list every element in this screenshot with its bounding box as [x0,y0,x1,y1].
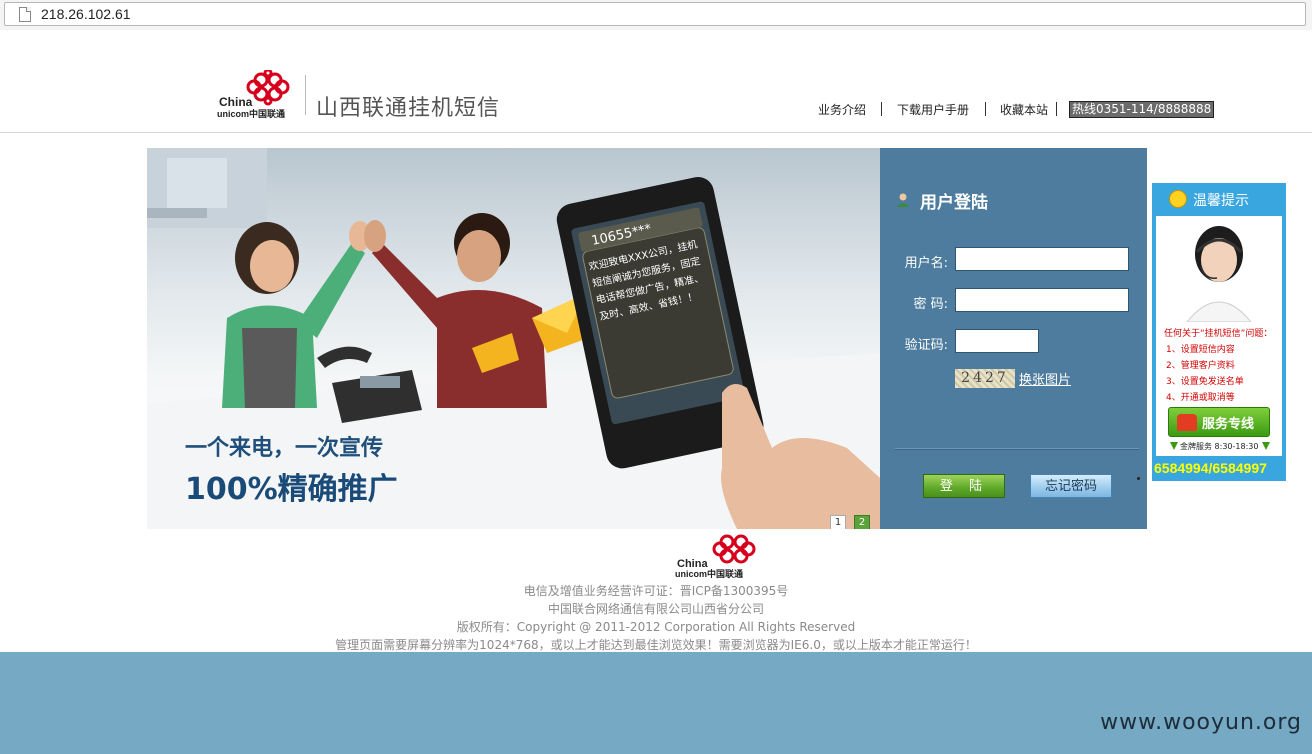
footer-license: 电信及增值业务经营许可证：晋ICP备1300395号 [523,584,789,598]
login-title: 用户登陆 [920,193,988,213]
arrow-down-icon [1262,442,1270,450]
svg-text:unicom中国联通: unicom中国联通 [217,108,285,119]
china-unicom-logo: China unicom中国联通 [217,70,290,119]
service-hotline-label: 服务专线 [1202,417,1255,432]
nav-business-intro[interactable]: 业务介绍 [818,101,866,118]
password-label: 密 码: [913,297,948,312]
banner-slogan-line1: 一个来电，一次宣传 [185,436,384,461]
footer-copyright: 版权所有：Copyright @ 2011-2012 Corporation A… [456,620,856,634]
url-text[interactable]: 218.26.102.61 [41,6,131,22]
slide-dot-2[interactable]: 2 [854,515,871,529]
footer-unicom-logo: China unicom中国联通 [675,534,756,579]
service-hotline-button[interactable]: 服务专线 [1168,407,1270,437]
tips-header: 温馨提示 [1152,183,1286,213]
footer-notice: 管理页面需要屏幕分辨率为1024*768，或以上才能达到最佳浏览效果！需要浏览器… [335,638,977,652]
password-input[interactable] [955,288,1129,312]
bottom-band [0,652,1312,754]
tips-body: 任何关于“挂机短信”问题： 1、设置短信内容 2、管理客户资料 3、设置免发送名… [1156,216,1282,456]
site-title: 山西联通挂机短信 [316,96,501,121]
customer-service-agent-image [1186,226,1252,322]
nav-bookmark-site[interactable]: 收藏本站 [1000,101,1048,118]
tips-item: 2、管理客户资料 [1166,361,1235,371]
svg-text:unicom中国联通: unicom中国联通 [675,568,743,579]
page-icon [19,7,31,22]
refresh-captcha-link[interactable]: 换张图片 [1019,369,1071,388]
captcha-label: 验证码: [904,338,948,353]
login-panel: 用户登陆 用户名: 密 码: 验证码: 2427 换张图片 登 陆 忘记密码 [880,148,1147,529]
nav-separator [1056,102,1057,116]
smiley-icon [1169,190,1187,208]
nav-separator [881,102,882,116]
username-input[interactable] [955,247,1129,271]
slide-pager: 1 2 [830,510,873,529]
service-hours: 金牌服务 8:30-18:30 [1180,442,1259,451]
tips-item: 1、设置短信内容 [1166,345,1235,355]
svg-text:China: China [219,95,253,109]
arrow-down-icon [1170,442,1178,450]
url-field[interactable]: 218.26.102.61 [4,2,1306,26]
tips-item: 4、开通或取消等 [1166,393,1235,403]
promo-banner[interactable]: 10655*** 欢迎致电XXX公司，挂机短信阐诚为您服务，固定电话帮您做广告，… [147,148,880,529]
captcha-image[interactable]: 2427 [955,369,1015,388]
logo-divider [305,75,306,115]
tips-question: 任何关于“挂机短信”问题： [1164,329,1273,339]
tips-item: 3、设置免发送名单 [1166,377,1244,387]
browser-address-bar: 218.26.102.61 [0,0,1312,31]
telephone-icon [1177,414,1197,431]
nav-download-manual[interactable]: 下载用户手册 [897,101,969,118]
login-button[interactable]: 登 陆 [923,474,1005,498]
forgot-password-button[interactable]: 忘记密码 [1030,474,1112,498]
login-divider [895,448,1139,450]
captcha-input[interactable] [955,329,1039,353]
tips-panel: 温馨提示 任何关于“挂机短信”问题： 1、设置短信内容 2、管理客户资料 3、设… [1152,183,1286,481]
slide-dot-1[interactable]: 1 [830,515,846,529]
hotline-badge: 热线0351-114/8888888 [1069,101,1215,118]
nav-separator [985,102,986,116]
username-label: 用户名: [904,256,948,271]
service-phone-numbers: 6584994/6584997 [1154,460,1267,476]
watermark: www.wooyun.org [1100,710,1302,735]
bullet-dot [1137,477,1140,480]
banner-slogan-line2: 100%精确推广 [185,472,398,507]
footer-company: 中国联合网络通信有限公司山西省分公司 [547,602,764,616]
user-icon [897,193,909,207]
tips-title: 温馨提示 [1193,193,1249,209]
